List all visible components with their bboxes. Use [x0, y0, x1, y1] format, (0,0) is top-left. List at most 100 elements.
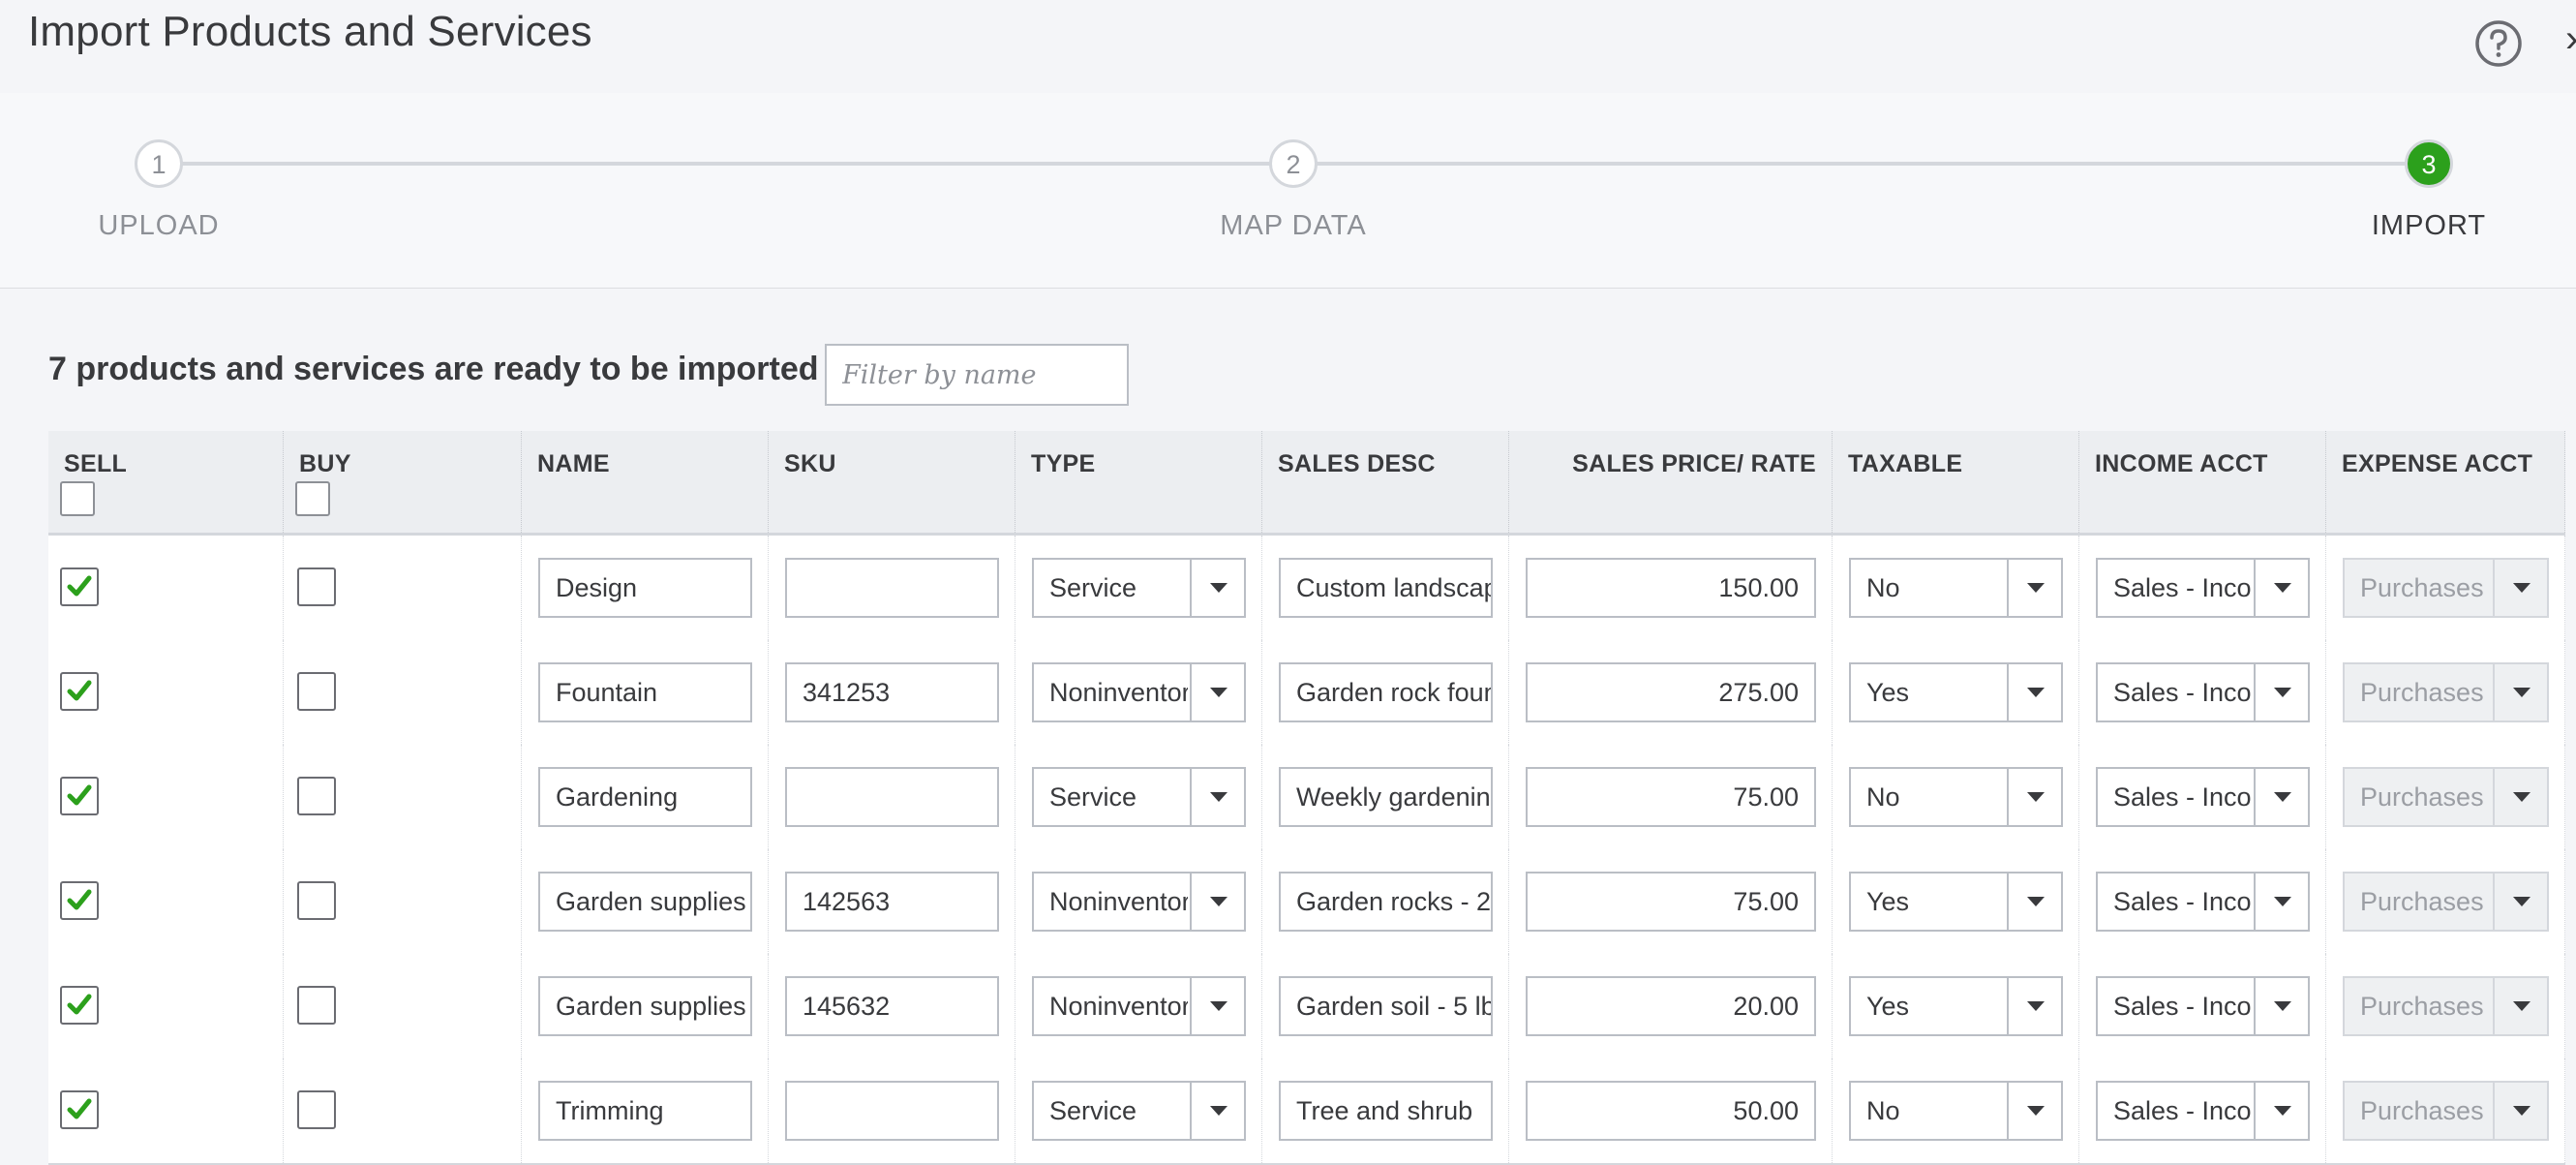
dropdown-button[interactable] [2007, 874, 2061, 930]
dropdown-button[interactable] [2254, 874, 2308, 930]
taxable-select[interactable]: Yes [1849, 976, 2063, 1036]
column-header-taxable: TAXABLE [1833, 431, 2079, 533]
sku-input[interactable] [785, 558, 999, 618]
select-value: Purchases [2360, 678, 2484, 707]
type-select[interactable]: Service [1032, 767, 1246, 827]
sales-desc-input[interactable]: Tree and shrub [1279, 1081, 1493, 1141]
sku-input[interactable]: 145632 [785, 976, 999, 1036]
chevron-down-icon [2274, 583, 2291, 593]
dropdown-button[interactable] [1190, 560, 1244, 616]
select-value: Service [1049, 573, 1137, 602]
close-icon[interactable]: › [2565, 17, 2576, 61]
sales-desc-input[interactable]: Custom landscape [1279, 558, 1493, 618]
taxable-select[interactable]: No [1849, 558, 2063, 618]
sales-price-input[interactable]: 150.00 [1526, 558, 1816, 618]
taxable-select[interactable]: Yes [1849, 872, 2063, 932]
sku-input[interactable] [785, 1081, 999, 1141]
sales-price-input[interactable]: 50.00 [1526, 1081, 1816, 1141]
dropdown-button[interactable] [2007, 769, 2061, 825]
sell-checkbox[interactable] [60, 881, 99, 920]
dropdown-button[interactable] [2254, 978, 2308, 1034]
table-row: Garden supplies 142563 Noninventory Gard… [48, 849, 2565, 956]
dropdown-button[interactable] [2254, 769, 2308, 825]
type-select[interactable]: Service [1032, 558, 1246, 618]
select-value: Sales - Income [2113, 678, 2252, 707]
help-icon[interactable] [2474, 19, 2523, 68]
buy-checkbox[interactable] [297, 777, 336, 815]
income-acct-select[interactable]: Sales - Income [2096, 872, 2310, 932]
buy-checkbox[interactable] [297, 1090, 336, 1129]
dropdown-button [2493, 1083, 2547, 1139]
sales-price-input[interactable]: 20.00 [1526, 976, 1816, 1036]
table-row: Garden supplies 145632 Noninventory Gard… [48, 954, 2565, 1060]
dropdown-button[interactable] [2254, 664, 2308, 720]
name-input[interactable]: Trimming [538, 1081, 752, 1141]
sell-checkbox[interactable] [60, 777, 99, 815]
filter-by-name-input[interactable] [825, 344, 1129, 406]
buy-cell [284, 954, 522, 1058]
type-select[interactable]: Service [1032, 1081, 1246, 1141]
dropdown-button[interactable] [2007, 560, 2061, 616]
select-all-sell-checkbox[interactable] [60, 481, 95, 516]
sales-desc-input[interactable]: Garden soil - 5 lb [1279, 976, 1493, 1036]
chevron-down-icon [2274, 792, 2291, 802]
dropdown-button[interactable] [2254, 560, 2308, 616]
sku-input[interactable]: 341253 [785, 662, 999, 722]
taxable-select[interactable]: No [1849, 1081, 2063, 1141]
expense-acct-select: Purchases [2343, 976, 2549, 1036]
page-title: Import Products and Services [28, 8, 592, 55]
buy-checkbox[interactable] [297, 672, 336, 711]
select-value: Purchases [2360, 992, 2484, 1021]
sku-input[interactable]: 142563 [785, 872, 999, 932]
check-icon [67, 994, 92, 1015]
taxable-select[interactable]: No [1849, 767, 2063, 827]
expense-acct-cell: Purchases [2326, 536, 2565, 640]
dropdown-button[interactable] [1190, 874, 1244, 930]
select-value: Sales - Income [2113, 782, 2252, 812]
income-acct-select[interactable]: Sales - Income [2096, 558, 2310, 618]
sales-price-input[interactable]: 275.00 [1526, 662, 1816, 722]
sales-price-input[interactable]: 75.00 [1526, 767, 1816, 827]
sales-desc-input[interactable]: Weekly gardening [1279, 767, 1493, 827]
dropdown-button[interactable] [1190, 664, 1244, 720]
type-select[interactable]: Noninventory [1032, 872, 1246, 932]
type-select[interactable]: Noninventory [1032, 976, 1246, 1036]
chevron-down-icon [1210, 792, 1227, 802]
name-cell: Trimming [522, 1058, 769, 1163]
sell-checkbox[interactable] [60, 672, 99, 711]
type-select[interactable]: Noninventory [1032, 662, 1246, 722]
dropdown-button[interactable] [2007, 1083, 2061, 1139]
dropdown-button[interactable] [2254, 1083, 2308, 1139]
sales-price-input[interactable]: 75.00 [1526, 872, 1816, 932]
sell-checkbox[interactable] [60, 986, 99, 1025]
dropdown-button[interactable] [1190, 1083, 1244, 1139]
expense-acct-select: Purchases [2343, 558, 2549, 618]
name-input[interactable]: Design [538, 558, 752, 618]
taxable-select[interactable]: Yes [1849, 662, 2063, 722]
name-input[interactable]: Fountain [538, 662, 752, 722]
sku-input[interactable] [785, 767, 999, 827]
select-all-buy-checkbox[interactable] [295, 481, 330, 516]
chevron-down-icon [2274, 897, 2291, 906]
name-input[interactable]: Garden supplies [538, 872, 752, 932]
buy-checkbox[interactable] [297, 881, 336, 920]
income-acct-select[interactable]: Sales - Income [2096, 976, 2310, 1036]
name-input[interactable]: Gardening [538, 767, 752, 827]
buy-checkbox[interactable] [297, 986, 336, 1025]
dropdown-button[interactable] [2007, 664, 2061, 720]
dropdown-button[interactable] [2007, 978, 2061, 1034]
income-acct-select[interactable]: Sales - Income [2096, 662, 2310, 722]
dropdown-button[interactable] [1190, 978, 1244, 1034]
sell-checkbox[interactable] [60, 567, 99, 606]
sales-desc-input[interactable]: Garden rock fountain [1279, 662, 1493, 722]
chevron-down-icon [2027, 1001, 2045, 1011]
taxable-cell: No [1833, 1058, 2079, 1163]
sell-checkbox[interactable] [60, 1090, 99, 1129]
buy-checkbox[interactable] [297, 567, 336, 606]
name-input[interactable]: Garden supplies [538, 976, 752, 1036]
sales-desc-input[interactable]: Garden rocks - 2 [1279, 872, 1493, 932]
expense-acct-cell: Purchases [2326, 745, 2565, 849]
dropdown-button[interactable] [1190, 769, 1244, 825]
income-acct-select[interactable]: Sales - Income [2096, 767, 2310, 827]
income-acct-select[interactable]: Sales - Income [2096, 1081, 2310, 1141]
